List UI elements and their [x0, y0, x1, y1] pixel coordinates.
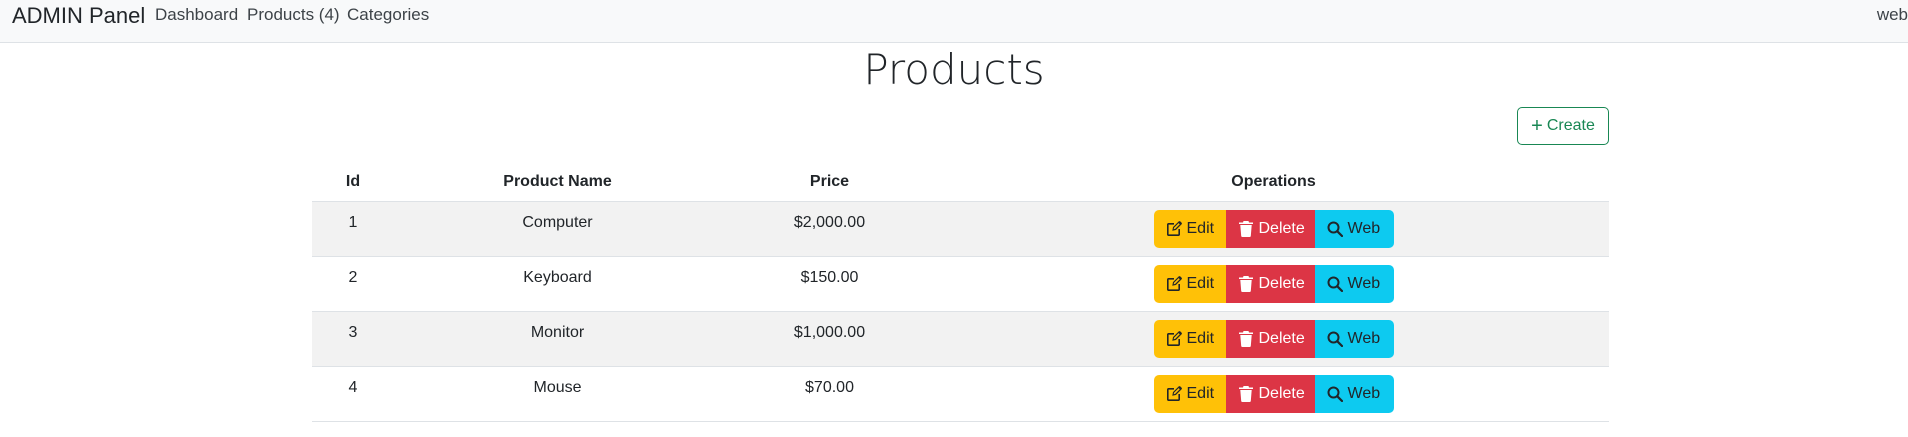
create-button[interactable]: + Create	[1517, 107, 1609, 145]
nav-link-dashboard[interactable]: Dashboard	[155, 5, 238, 25]
search-icon	[1327, 386, 1343, 402]
edit-button-label: Edit	[1186, 330, 1215, 347]
navbar: ADMIN Panel Dashboard Products (4) Categ…	[0, 0, 1908, 43]
header-id: Id	[345, 172, 361, 190]
web-button[interactable]: Web	[1314, 210, 1394, 248]
page-title: Products	[863, 45, 1045, 94]
cell-id: 3	[348, 324, 358, 341]
action-button-group: Edit Delete Web	[1153, 320, 1394, 358]
delete-button[interactable]: Delete	[1225, 375, 1315, 413]
cell-product-name: Keyboard	[523, 269, 592, 286]
delete-button[interactable]: Delete	[1225, 320, 1315, 358]
table-body: 1 Computer $2,000.00 Edit Delete Web 2 K…	[312, 202, 1609, 422]
web-button-label: Web	[1347, 385, 1381, 402]
pencil-square-icon	[1166, 221, 1182, 237]
trash-icon	[1238, 221, 1254, 237]
brand-link[interactable]: ADMIN Panel	[12, 3, 145, 29]
trash-icon	[1238, 386, 1254, 402]
header-product-name: Product Name	[503, 172, 612, 190]
pencil-square-icon	[1166, 276, 1182, 292]
web-button[interactable]: Web	[1314, 320, 1394, 358]
cell-id: 2	[348, 269, 358, 286]
cell-operations: Edit Delete Web	[938, 375, 1609, 413]
table-row: 1 Computer $2,000.00 Edit Delete Web	[312, 202, 1609, 257]
table-header: Id Product Name Price Operations	[312, 162, 1609, 202]
edit-button[interactable]: Edit	[1153, 320, 1226, 358]
header-price: Price	[809, 172, 850, 190]
nav-link-categories[interactable]: Categories	[347, 5, 429, 25]
cell-product-name: Computer	[522, 214, 593, 231]
search-icon	[1327, 331, 1343, 347]
cell-price: $1,000.00	[793, 324, 866, 341]
edit-button-label: Edit	[1186, 220, 1215, 237]
action-button-group: Edit Delete Web	[1153, 210, 1394, 248]
cell-id: 1	[348, 214, 358, 231]
pencil-square-icon	[1166, 386, 1182, 402]
cell-operations: Edit Delete Web	[938, 265, 1609, 303]
web-button-label: Web	[1347, 275, 1381, 292]
table-row: 4 Mouse $70.00 Edit Delete Web	[312, 367, 1609, 422]
delete-button-label: Delete	[1258, 220, 1305, 237]
web-button-label: Web	[1347, 220, 1381, 237]
edit-button[interactable]: Edit	[1153, 210, 1226, 248]
table-row: 3 Monitor $1,000.00 Edit Delete Web	[312, 312, 1609, 367]
trash-icon	[1238, 331, 1254, 347]
nav-link-web[interactable]: web	[1877, 5, 1908, 25]
edit-button[interactable]: Edit	[1153, 265, 1226, 303]
action-button-group: Edit Delete Web	[1153, 265, 1394, 303]
cell-price: $150.00	[800, 269, 859, 286]
pencil-square-icon	[1166, 331, 1182, 347]
edit-button[interactable]: Edit	[1153, 375, 1226, 413]
create-button-label: Create	[1546, 117, 1595, 134]
delete-button[interactable]: Delete	[1225, 210, 1315, 248]
delete-button-label: Delete	[1258, 275, 1305, 292]
delete-button-label: Delete	[1258, 385, 1305, 402]
cell-price: $70.00	[805, 379, 854, 396]
nav-link-products[interactable]: Products (4)	[247, 5, 340, 25]
plus-icon: +	[1531, 115, 1543, 137]
edit-button-label: Edit	[1186, 275, 1215, 292]
cell-price: $2,000.00	[793, 214, 866, 231]
cell-product-name: Monitor	[530, 324, 585, 341]
cell-product-name: Mouse	[533, 379, 582, 396]
delete-button[interactable]: Delete	[1225, 265, 1315, 303]
edit-button-label: Edit	[1186, 385, 1215, 402]
header-operations: Operations	[1231, 172, 1316, 190]
delete-button-label: Delete	[1258, 330, 1305, 347]
web-button[interactable]: Web	[1314, 375, 1394, 413]
web-button-label: Web	[1347, 330, 1381, 347]
search-icon	[1327, 276, 1343, 292]
cell-operations: Edit Delete Web	[938, 320, 1609, 358]
trash-icon	[1238, 276, 1254, 292]
table-row: 2 Keyboard $150.00 Edit Delete Web	[312, 257, 1609, 312]
cell-operations: Edit Delete Web	[938, 210, 1609, 248]
cell-id: 4	[348, 379, 358, 396]
action-button-group: Edit Delete Web	[1153, 375, 1394, 413]
web-button[interactable]: Web	[1314, 265, 1394, 303]
products-table: Id Product Name Price Operations 1 Compu…	[312, 162, 1609, 422]
search-icon	[1327, 221, 1343, 237]
